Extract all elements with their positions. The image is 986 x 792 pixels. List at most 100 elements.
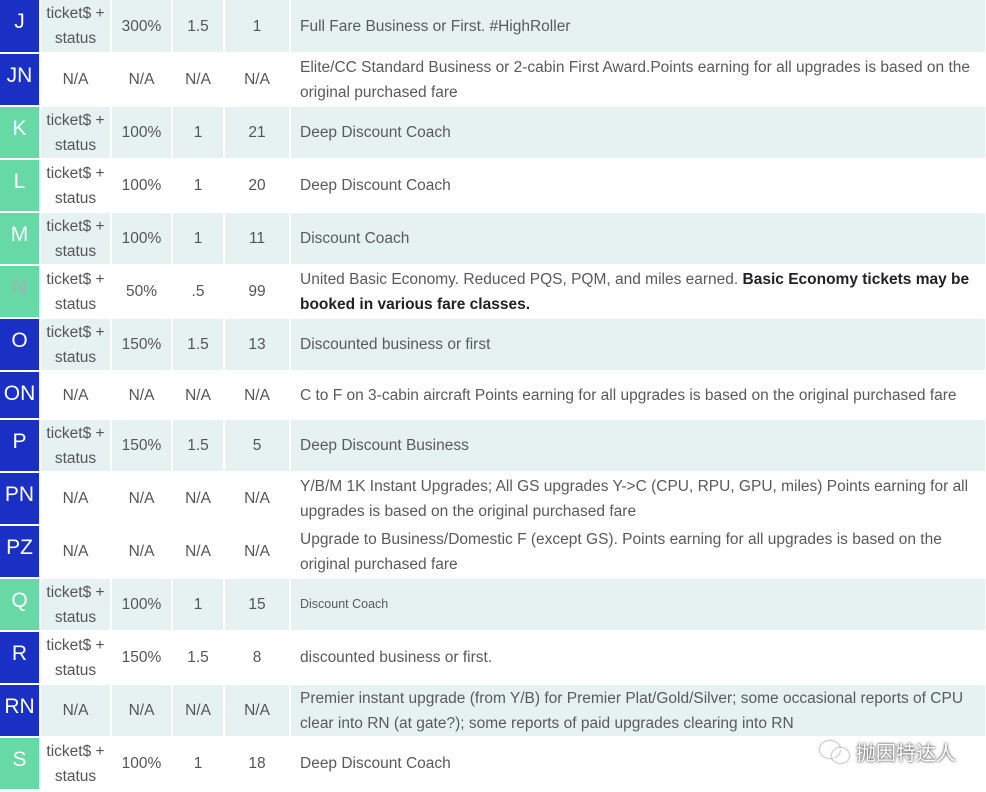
earning-basis-cell: N/A [40, 53, 112, 107]
description-cell: Elite/CC Standard Business or 2-cabin Fi… [290, 53, 986, 107]
upgrade-rank-cell: 8 [224, 631, 291, 685]
table-row: P ticket$ + status 150% 1.5 5 Deep Disco… [0, 419, 986, 473]
earning-basis-cell: ticket$ + status [40, 106, 112, 160]
upgrade-rank-cell: 15 [224, 578, 291, 632]
description-cell: Discounted business or first [290, 318, 986, 372]
earning-basis-cell: ticket$ + status [40, 631, 112, 685]
table-row: R ticket$ + status 150% 1.5 8 discounted… [0, 631, 986, 685]
upgrade-rank-cell: 11 [224, 212, 291, 266]
pqp-percent-cell: N/A [111, 684, 173, 738]
multiplier-cell: 1 [172, 106, 225, 160]
description-cell: Deep Discount Coach [290, 106, 986, 160]
pqp-percent-cell: 300% [111, 0, 173, 54]
table-row: JN N/A N/A N/A N/A Elite/CC Standard Bus… [0, 53, 986, 107]
table-row: K ticket$ + status 100% 1 21 Deep Discou… [0, 106, 986, 160]
upgrade-rank-cell: 20 [224, 159, 291, 213]
fare-code-cell: ON [0, 371, 41, 420]
multiplier-cell: 1 [172, 159, 225, 213]
description-cell: Full Fare Business or First. #HighRoller [290, 0, 986, 54]
multiplier-cell: N/A [172, 371, 225, 420]
description-cell: Discount Coach [290, 578, 986, 632]
fare-code-cell: M [0, 212, 41, 266]
pqp-percent-cell: 100% [111, 106, 173, 160]
multiplier-cell: 1.5 [172, 419, 225, 473]
table-row: L ticket$ + status 100% 1 20 Deep Discou… [0, 159, 986, 213]
earning-basis-cell: ticket$ + status [40, 318, 112, 372]
table-row: M ticket$ + status 100% 1 11 Discount Co… [0, 212, 986, 266]
earning-basis-cell: N/A [40, 371, 112, 420]
upgrade-rank-cell: N/A [224, 53, 291, 107]
upgrade-rank-cell: 18 [224, 737, 291, 791]
fare-code-cell: P [0, 419, 41, 473]
table-row: RN N/A N/A N/A N/A Premier instant upgra… [0, 684, 986, 738]
multiplier-cell: 1 [172, 578, 225, 632]
multiplier-cell: 1 [172, 737, 225, 791]
watermark-text: 抛因特达人 [856, 743, 956, 765]
earning-basis-cell: N/A [40, 472, 112, 526]
table-row: ON N/A N/A N/A N/A C to F on 3-cabin air… [0, 371, 986, 420]
fare-code-cell: JN [0, 53, 41, 107]
earning-basis-cell: N/A [40, 525, 112, 579]
description-cell: Upgrade to Business/Domestic F (except G… [290, 525, 986, 579]
earning-basis-cell: ticket$ + status [40, 737, 112, 791]
upgrade-rank-cell: N/A [224, 472, 291, 526]
fare-code-cell: N [0, 265, 41, 319]
description-cell: Premier instant upgrade (from Y/B) for P… [290, 684, 986, 738]
fare-code-cell: PN [0, 472, 41, 526]
earning-basis-cell: ticket$ + status [40, 578, 112, 632]
wechat-icon [820, 740, 850, 763]
pqp-percent-cell: 100% [111, 578, 173, 632]
table-row: J ticket$ + status 300% 1.5 1 Full Fare … [0, 0, 986, 54]
multiplier-cell: N/A [172, 472, 225, 526]
upgrade-rank-cell: N/A [224, 371, 291, 420]
upgrade-rank-cell: 21 [224, 106, 291, 160]
earning-basis-cell: N/A [40, 684, 112, 738]
pqp-percent-cell: 100% [111, 737, 173, 791]
fare-code-cell: J [0, 0, 41, 54]
earning-basis-cell: ticket$ + status [40, 212, 112, 266]
pqp-percent-cell: 150% [111, 318, 173, 372]
pqp-percent-cell: 100% [111, 159, 173, 213]
fare-code-cell: Q [0, 578, 41, 632]
table-row: O ticket$ + status 150% 1.5 13 Discounte… [0, 318, 986, 372]
multiplier-cell: N/A [172, 53, 225, 107]
description-cell: Discount Coach [290, 212, 986, 266]
upgrade-rank-cell: 5 [224, 419, 291, 473]
multiplier-cell: 1 [172, 212, 225, 266]
upgrade-rank-cell: N/A [224, 525, 291, 579]
description-cell: Deep Discount Coach [290, 159, 986, 213]
pqp-percent-cell: N/A [111, 53, 173, 107]
table-row: N ticket$ + status 50% .5 99 United Basi… [0, 265, 986, 319]
table-row: PZ N/A N/A N/A N/A Upgrade to Business/D… [0, 525, 986, 579]
upgrade-rank-cell: 99 [224, 265, 291, 319]
fare-code-cell: L [0, 159, 41, 213]
fare-code-cell: RN [0, 684, 41, 738]
pqp-percent-cell: N/A [111, 525, 173, 579]
earning-basis-cell: ticket$ + status [40, 159, 112, 213]
pqp-percent-cell: N/A [111, 472, 173, 526]
multiplier-cell: 1.5 [172, 0, 225, 54]
fare-code-cell: O [0, 318, 41, 372]
description-cell: discounted business or first. [290, 631, 986, 685]
description-cell: Y/B/M 1K Instant Upgrades; All GS upgrad… [290, 472, 986, 526]
fare-class-table: J ticket$ + status 300% 1.5 1 Full Fare … [0, 0, 986, 791]
pqp-percent-cell: 50% [111, 265, 173, 319]
upgrade-rank-cell: 13 [224, 318, 291, 372]
pqp-percent-cell: N/A [111, 371, 173, 420]
fare-code-cell: R [0, 631, 41, 685]
description-cell: Deep Discount Business [290, 419, 986, 473]
earning-basis-cell: ticket$ + status [40, 0, 112, 54]
watermark: 抛因特达人 [820, 737, 956, 766]
earning-basis-cell: ticket$ + status [40, 265, 112, 319]
fare-code-cell: S [0, 737, 41, 791]
pqp-percent-cell: 150% [111, 419, 173, 473]
multiplier-cell: 1.5 [172, 318, 225, 372]
table-row: Q ticket$ + status 100% 1 15 Discount Co… [0, 578, 986, 632]
description-text: United Basic Economy. Reduced PQS, PQM, … [300, 270, 743, 288]
table-row: PN N/A N/A N/A N/A Y/B/M 1K Instant Upgr… [0, 472, 986, 526]
fare-code-cell: K [0, 106, 41, 160]
fare-code-cell: PZ [0, 525, 41, 579]
description-cell: United Basic Economy. Reduced PQS, PQM, … [290, 265, 986, 319]
multiplier-cell: N/A [172, 684, 225, 738]
description-cell: C to F on 3-cabin aircraft Points earnin… [290, 371, 986, 420]
